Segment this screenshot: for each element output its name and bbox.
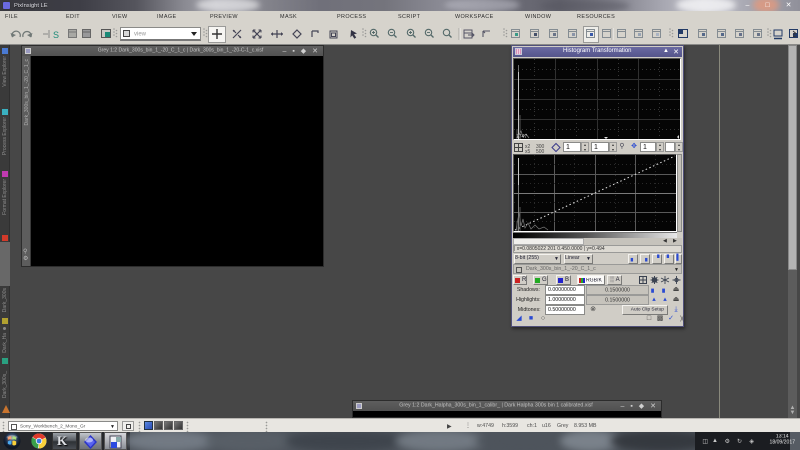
- svg-text:S: S: [53, 30, 59, 40]
- svg-text:1747: 1747: [516, 134, 527, 139]
